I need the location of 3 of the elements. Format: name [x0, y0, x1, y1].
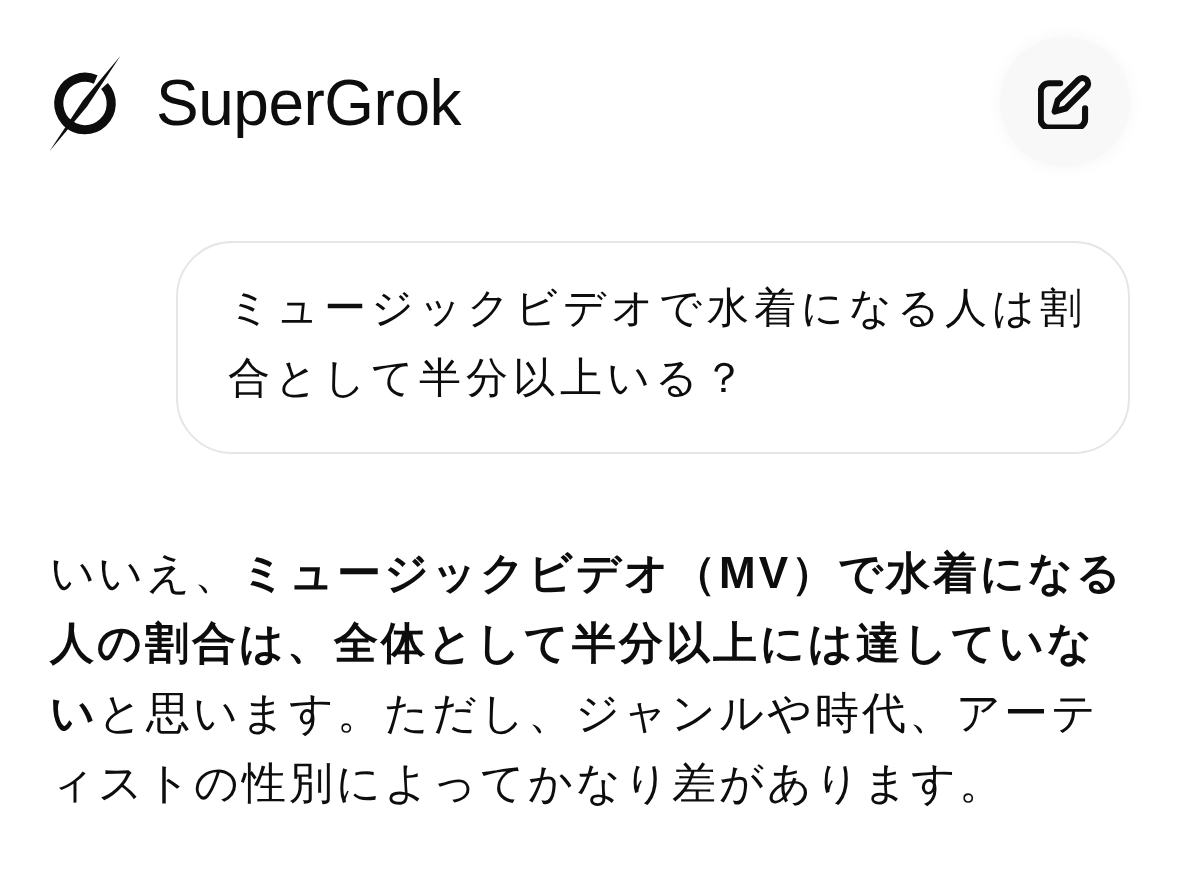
user-message: ミュージックビデオで水着になる人は割合として半分以上いる？ [176, 241, 1130, 454]
edit-icon [1038, 75, 1092, 129]
assistant-message: いいえ、ミュージックビデオ（MV）で水着になる人の割合は、全体として半分以上には達していないと思います。ただし、ジャンルや時代、アーティストの性別によってかなり差があります。 [50, 547, 1125, 809]
